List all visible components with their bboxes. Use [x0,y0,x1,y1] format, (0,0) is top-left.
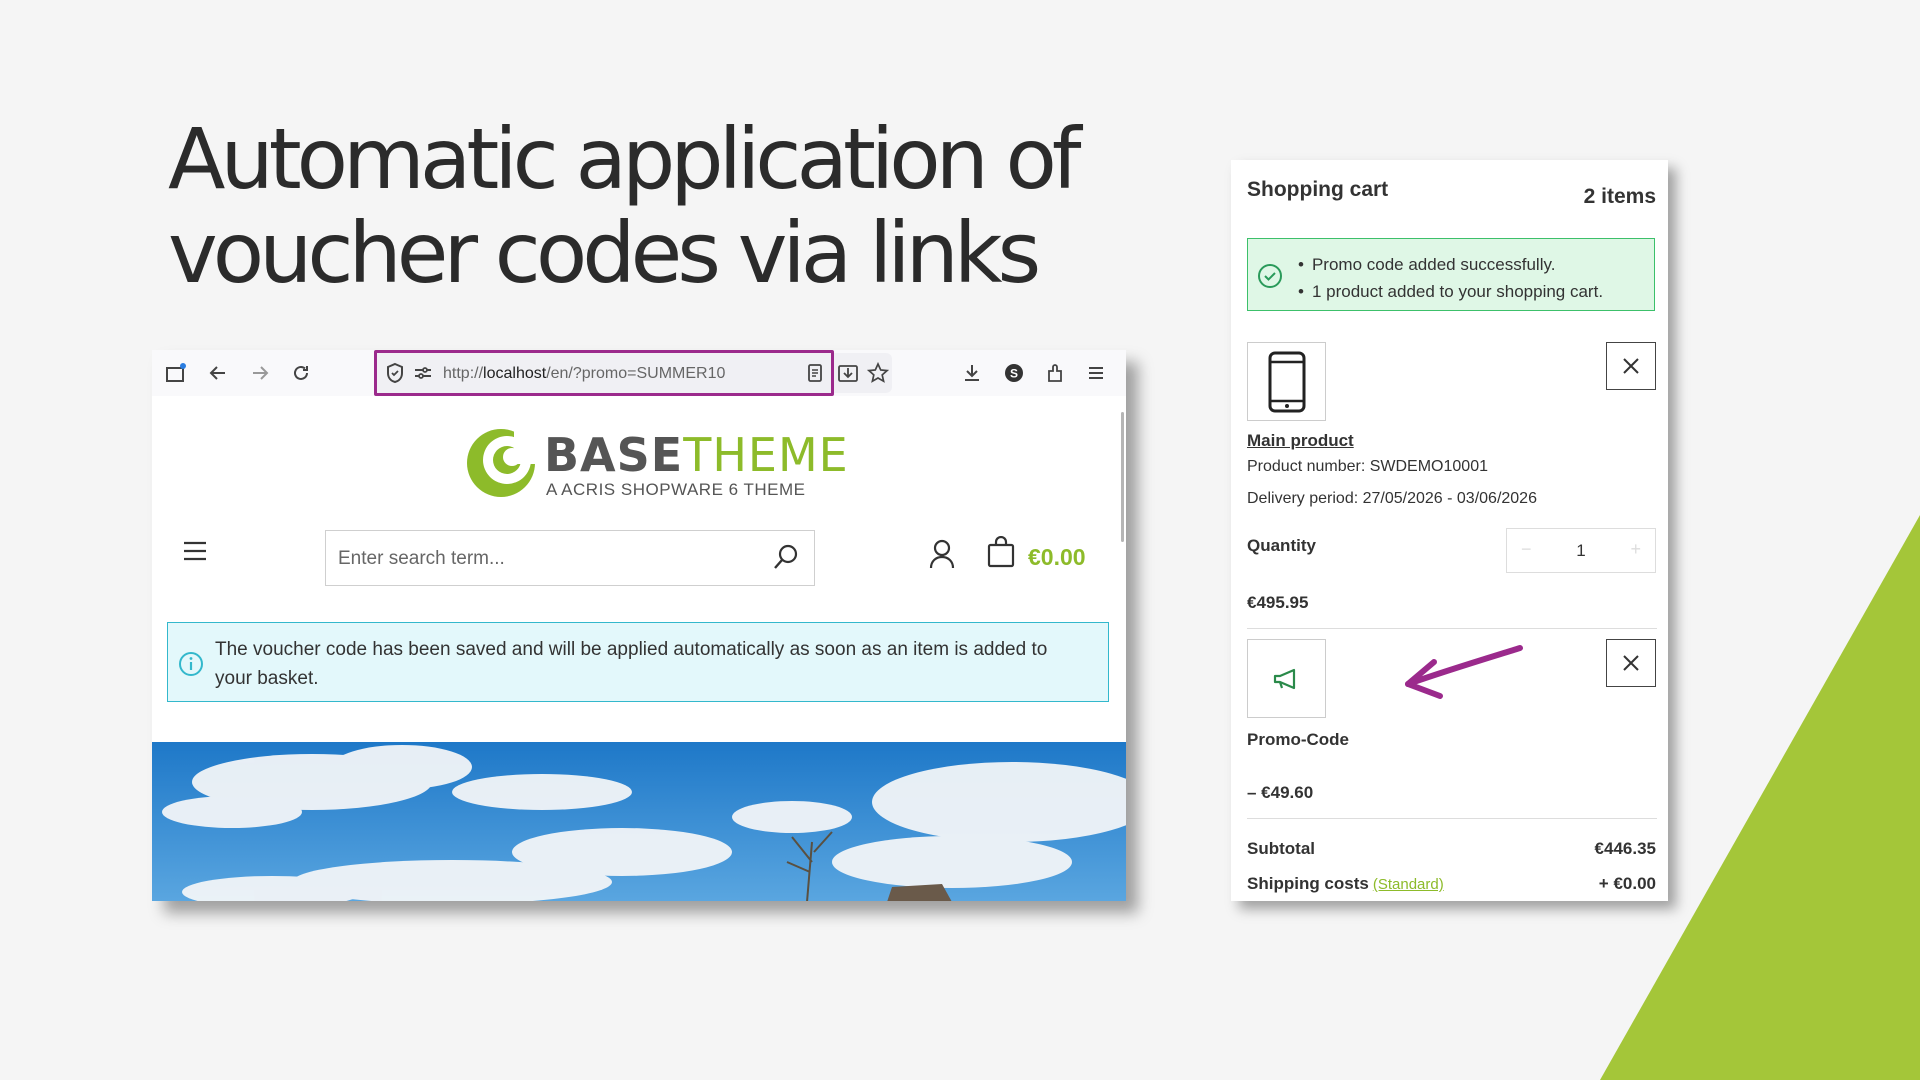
url-host: localhost [483,365,547,382]
shipping-value: + €0.00 [1598,874,1656,893]
product-number: Product number: SWDEMO10001 [1247,458,1488,475]
slide-title-line-2: voucher codes via links [168,204,1041,302]
purple-arrow-icon [1405,645,1523,699]
product-price: €495.95 [1247,593,1309,612]
promo-code-label: Promo-Code [1247,730,1349,749]
remove-promo-button[interactable] [1606,639,1656,687]
info-icon [179,652,203,676]
browser-window: http://localhost/en/?promo=SUMMER10 S BA… [152,350,1126,901]
header-cart-total[interactable]: €0.00 [1028,544,1086,571]
promo-thumbnail [1247,639,1326,718]
forward-icon[interactable] [248,361,272,385]
cart-item-count: 2 items [1583,185,1656,208]
shopping-bag-icon[interactable] [986,536,1016,568]
shipping-costs-row: Shipping costs (Standard) [1247,874,1444,894]
account-avatar-icon[interactable]: S [1002,361,1026,385]
close-icon [1623,655,1639,671]
voucher-info-alert: The voucher code has been saved and will… [167,622,1109,702]
shipping-label: Shipping costs [1247,874,1369,893]
subtotal-label: Subtotal [1247,839,1315,858]
success-message: Promo code added successfully. [1298,251,1603,278]
hamburger-menu-icon[interactable] [182,540,208,562]
quantity-label: Quantity [1247,536,1316,555]
account-icon[interactable] [928,538,956,570]
quantity-stepper[interactable]: − 1 + [1506,528,1656,573]
quantity-increase-button[interactable]: + [1630,539,1641,560]
extensions-icon[interactable] [1043,361,1067,385]
browser-toolbar: http://localhost/en/?promo=SUMMER10 S [152,350,1126,396]
product-name-link[interactable]: Main product [1247,431,1354,451]
hero-sky-image [152,742,1126,901]
logo-wordmark: BASETHEME [544,428,849,482]
page-scrollbar[interactable] [1121,412,1124,542]
shipping-method-link[interactable]: (Standard) [1373,876,1444,893]
shield-icon[interactable] [383,361,407,385]
svg-text:S: S [1010,367,1018,381]
search-placeholder: Enter search term... [338,548,505,569]
promo-discount-value: – €49.60 [1247,783,1314,802]
slide-title: Automatic application of voucher codes v… [168,112,1128,300]
logo-mark-icon [467,424,540,497]
subtotal-value: €446.35 [1594,839,1656,858]
site-permissions-icon[interactable] [411,361,435,385]
logo-tagline: A ACRIS SHOPWARE 6 THEME [546,480,806,499]
summary-divider [1247,818,1657,819]
url-bar[interactable]: http://localhost/en/?promo=SUMMER10 [374,350,834,396]
reader-view-icon[interactable] [803,361,827,385]
slide-title-line-1: Automatic application of [168,110,1082,208]
bookmark-star-icon[interactable] [866,361,890,385]
basetheme-logo[interactable]: BASETHEME A ACRIS SHOPWARE 6 THEME [462,422,848,502]
success-message-list: Promo code added successfully. 1 product… [1298,251,1603,305]
back-icon[interactable] [206,361,230,385]
megaphone-icon [1273,668,1295,689]
sidebar-toggle-icon[interactable] [164,361,188,385]
close-icon [1623,358,1639,374]
cart-title: Shopping cart [1247,178,1389,201]
voucher-info-text: The voucher code has been saved and will… [215,639,1048,689]
shopping-cart-panel: Shopping cart 2 items Promo code added s… [1231,160,1668,901]
url-actions [834,353,892,393]
save-to-pocket-icon[interactable] [836,361,860,385]
search-icon[interactable] [772,543,800,573]
delivery-period: Delivery period: 27/05/2026 - 03/06/2026 [1247,490,1537,507]
app-menu-icon[interactable] [1084,361,1108,385]
line-item-divider [1247,628,1657,629]
check-circle-icon [1258,264,1282,288]
remove-product-button[interactable] [1606,342,1656,390]
success-message: 1 product added to your shopping cart. [1298,278,1603,305]
downloads-icon[interactable] [960,361,984,385]
url-text: http://localhost/en/?promo=SUMMER10 [443,365,726,382]
search-input[interactable]: Enter search term... [325,530,815,586]
product-thumbnail[interactable] [1247,342,1326,421]
reload-icon[interactable] [289,361,313,385]
success-alert: Promo code added successfully. 1 product… [1247,238,1655,311]
smartphone-icon [1268,351,1305,412]
